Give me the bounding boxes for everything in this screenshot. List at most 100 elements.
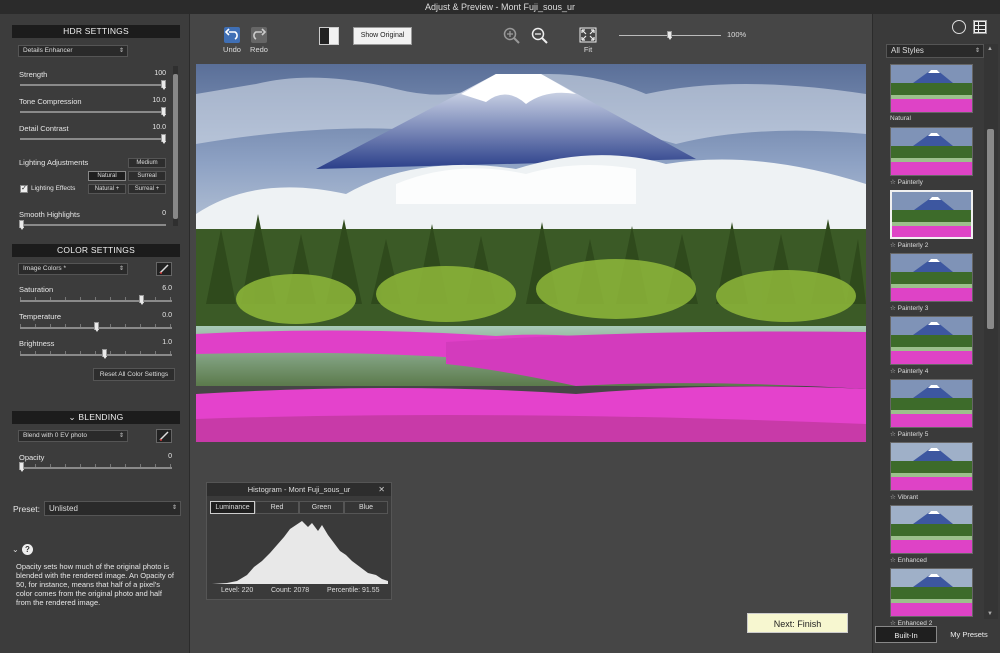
temperature-value: 0.0 [162,312,172,319]
histogram-graph [212,517,388,584]
detail-contrast-slider-thumb[interactable] [161,134,166,144]
histogram-tabs: Luminance Red Green Blue [210,501,388,514]
grid-view-icon[interactable] [973,20,987,34]
print-icon[interactable] [952,20,966,34]
brightness-label: Brightness [19,339,55,348]
styles-panel: All Styles ⇕ ▲ ▼ Natural ☆ Painterly ☆ Pai… [872,14,1000,653]
blend-pen-button[interactable] [156,429,172,443]
preview-area: Undo Redo Show Original Fit 100% Histogr… [190,14,872,653]
lighting-surreal-button[interactable]: Surreal [128,171,166,181]
star-icon[interactable]: ☆ [890,305,898,312]
scroll-down-icon[interactable]: ▼ [987,611,993,617]
style-thumbnail [890,64,973,113]
preset-label: Preset: [13,504,40,514]
help-collapse-icon[interactable]: ⌄ [12,545,19,554]
tone-compression-slider-thumb[interactable] [161,107,166,117]
show-original-button[interactable]: Show Original [353,27,412,45]
star-icon[interactable]: ☆ [890,179,898,186]
color-preset-dropdown[interactable]: Image Colors * ⇕ [18,263,128,275]
zoom-out-icon[interactable] [531,27,549,47]
tone-compression-slider-track[interactable] [20,111,166,113]
style-name: Painterly 5 [897,431,929,438]
smooth-highlights-value: 0 [162,210,166,217]
tab-green[interactable]: Green [299,501,344,514]
lighting-natural-plus-button[interactable]: Natural + [88,184,126,194]
star-icon[interactable]: ☆ [890,557,898,564]
close-icon[interactable]: ✕ [378,483,385,496]
lighting-medium-button[interactable]: Medium [128,158,166,168]
zoom-slider-thumb[interactable] [667,31,672,40]
next-finish-button[interactable]: Next: Finish [747,613,848,633]
tab-my-presets[interactable]: My Presets [939,626,999,643]
lighting-effects-checkbox[interactable]: ✓ [20,185,28,193]
styles-scrollbar-thumb[interactable] [987,129,994,329]
redo-button[interactable]: Redo [248,27,270,54]
temperature-slider-thumb[interactable] [94,322,99,332]
tab-luminance[interactable]: Luminance [210,501,255,514]
histogram-panel: Histogram - Mont Fuji_sous_ur ✕ Luminanc… [206,482,392,600]
blending-header[interactable]: ⌄ BLENDING [12,411,180,424]
fit-label: Fit [583,45,593,54]
smooth-highlights-slider-track[interactable] [20,224,166,226]
help-icon: ? [22,544,33,555]
blending-header-label: BLENDING [78,412,124,422]
star-icon[interactable]: ☆ [890,494,898,501]
detail-contrast-slider-track[interactable] [20,138,166,140]
styles-scrollbar[interactable]: ▲ ▼ [984,44,998,619]
preview-image[interactable] [196,64,866,442]
settings-panel: HDR SETTINGS Details Enhancer ⇕ Strength… [0,14,190,653]
star-icon[interactable]: ☆ [890,431,898,438]
strength-slider-track[interactable] [20,84,166,86]
tab-blue[interactable]: Blue [344,501,388,514]
style-name: Painterly 3 [897,305,929,312]
scroll-up-icon[interactable]: ▲ [987,46,993,52]
blend-dropdown-value: Blend with 0 EV photo [23,432,87,439]
color-pen-button[interactable] [156,262,172,276]
reset-color-settings-button[interactable]: Reset All Color Settings [93,368,175,381]
brightness-slider-track[interactable] [20,354,172,356]
pen-icon [159,264,169,274]
saturation-slider-thumb[interactable] [139,295,144,305]
histogram-count: Count: 2078 [271,587,310,594]
strength-slider-thumb[interactable] [161,80,166,90]
opacity-slider-track[interactable] [20,467,172,469]
style-thumbnail [890,442,973,491]
blend-dropdown[interactable]: Blend with 0 EV photo ⇕ [18,430,128,442]
styles-filter-dropdown[interactable]: All Styles ⇕ [886,44,984,58]
preset-dropdown[interactable]: Unlisted ⇕ [44,501,181,516]
style-label: ☆ Painterly [890,178,923,186]
updown-caret-icon: ⇕ [118,433,124,439]
detail-contrast-value: 10.0 [152,124,166,131]
star-icon[interactable]: ☆ [890,242,898,249]
style-thumbnail [890,505,973,554]
lighting-natural-button[interactable]: Natural [88,171,126,181]
tone-compression-label: Tone Compression [19,97,82,106]
redo-icon [251,27,267,43]
hdr-scrollbar-thumb[interactable] [173,74,178,219]
updown-caret-icon: ⇕ [974,48,980,54]
style-thumbnail [890,190,973,239]
saturation-value: 6.0 [162,285,172,292]
fit-button[interactable]: Fit [578,27,598,54]
star-icon[interactable]: ☆ [890,368,898,375]
opacity-value: 0 [168,453,172,460]
split-view-icon[interactable] [319,27,339,45]
pen-icon [159,431,169,441]
style-name: Painterly 2 [897,242,929,249]
tab-built-in[interactable]: Built-In [875,626,937,643]
opacity-slider-thumb[interactable] [19,462,24,472]
smooth-highlights-slider-thumb[interactable] [19,220,24,230]
undo-button[interactable]: Undo [221,27,243,54]
styles-filter-value: All Styles [891,46,924,55]
saturation-slider-track[interactable] [20,300,172,302]
brightness-slider-thumb[interactable] [102,349,107,359]
tab-red[interactable]: Red [255,501,299,514]
window-title: Adjust & Preview - Mont Fuji_sous_ur [0,0,1000,14]
hdr-scrollbar[interactable] [173,66,178,226]
style-thumbnail [890,127,973,176]
tone-compression-value: 10.0 [152,97,166,104]
brightness-value: 1.0 [162,339,172,346]
zoom-in-icon[interactable] [503,27,521,47]
lighting-surreal-plus-button[interactable]: Surreal + [128,184,166,194]
hdr-method-dropdown[interactable]: Details Enhancer ⇕ [18,45,128,57]
